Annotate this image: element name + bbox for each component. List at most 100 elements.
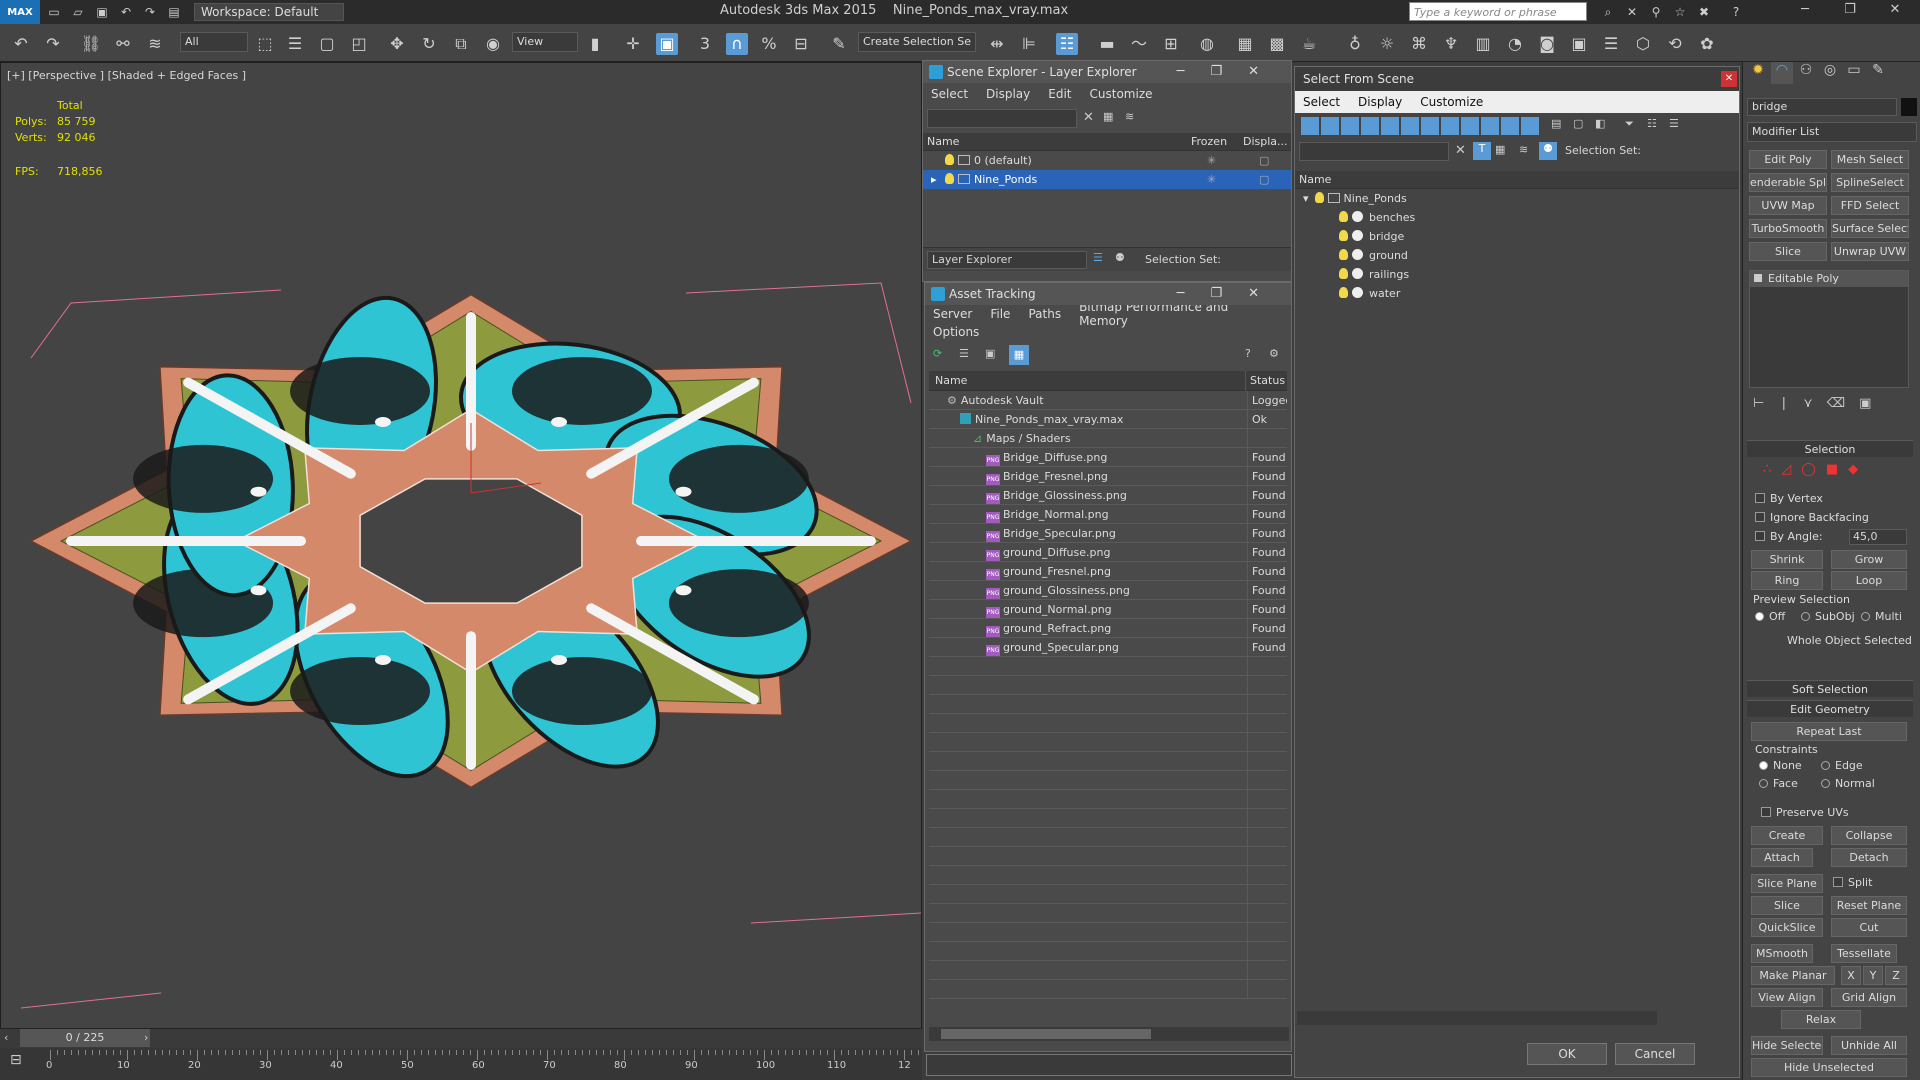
vray-proxy-icon[interactable]: ▥ [1472,33,1494,55]
split-checkbox[interactable]: Split [1833,876,1872,889]
viewport-label[interactable]: [+] [Perspective ] [Shaded + Edged Faces… [7,69,246,82]
asset-row[interactable]: Nine_Ponds_max_vray.max Ok [929,410,1287,429]
by-vertex-checkbox[interactable]: By Vertex [1755,492,1823,505]
constraint-none-radio[interactable]: None [1759,759,1802,772]
binoculars-icon[interactable]: ⌕ [1598,3,1618,21]
planar-y-button[interactable]: Y [1863,966,1883,985]
detach-button[interactable]: Detach [1831,848,1907,867]
mini-curve-editor-icon[interactable]: ⊟ [10,1052,32,1074]
scene-explorer-window-controls[interactable]: ─❐✕ [1177,61,1285,83]
asset-tracking-titlebar[interactable]: Asset Tracking ─❐✕ [925,283,1291,305]
constraint-none-dot[interactable] [1759,761,1768,770]
clear-search-icon[interactable]: ✕ [1083,110,1094,125]
save-file-icon[interactable]: ▣ [92,3,112,21]
menu-display[interactable]: Display [1358,95,1402,109]
hide-selected-button[interactable]: Hide Selected [1751,1036,1823,1055]
constraint-edge-dot[interactable] [1821,761,1830,770]
menu-select[interactable]: Select [931,87,968,101]
vray-camera-icon[interactable]: ⌘ [1408,33,1430,55]
bulb-icon[interactable] [1339,287,1348,298]
slice-button[interactable]: Slice [1751,896,1823,915]
preview-subobj-radio[interactable]: SubObj [1801,610,1855,623]
asset-row[interactable]: PNG ground_Fresnel.png Found [929,562,1287,581]
reset-plane-button[interactable]: Reset Plane [1831,896,1907,915]
preview-multi-dot[interactable] [1861,612,1870,621]
display-tab-icon[interactable]: ▭ [1843,62,1865,84]
filter-cameras-icon[interactable] [1361,117,1379,135]
unhide-all-button[interactable]: Unhide All [1831,1036,1907,1055]
border-level-icon[interactable]: ◯ [1801,462,1816,477]
menu-paths[interactable]: Paths [1028,307,1061,321]
place-icon[interactable]: ◉ [482,33,504,55]
col-name[interactable]: Name [927,133,959,151]
find-case-icon[interactable]: T [1473,142,1491,160]
modifier-list-dropdown[interactable]: Modifier List [1747,122,1917,142]
next-frame-icon[interactable]: › [144,1031,148,1044]
menu-customize[interactable]: Customize [1420,95,1483,109]
loop-button[interactable]: Loop [1831,571,1907,590]
object-name-field[interactable]: bridge [1747,98,1897,116]
layer-filter-icon[interactable]: ≋ [1519,143,1528,156]
constraint-face-radio[interactable]: Face [1759,777,1798,790]
new-file-icon[interactable]: ▭ [44,3,64,21]
time-slider[interactable]: 0 / 225 [20,1029,150,1047]
repeat-last-button[interactable]: Repeat Last [1751,722,1907,741]
menu-options[interactable]: Options [933,325,979,339]
menu-display[interactable]: Display [986,87,1030,101]
vray-displacement-icon[interactable]: ⟲ [1664,33,1686,55]
pin-stack-icon[interactable]: ⊢ [1753,396,1764,416]
create-button[interactable]: Create [1751,826,1823,845]
view-align-button[interactable]: View Align [1751,988,1823,1007]
spinner-snap-icon[interactable]: ⊟ [790,33,812,55]
material-editor-icon[interactable]: ◍ [1196,33,1218,55]
display-icon[interactable]: ▢ [1259,151,1269,170]
search-input[interactable]: Type a keyword or phrase [1409,2,1587,21]
unlink-icon[interactable]: ⚯ [112,33,134,55]
ok-button[interactable]: OK [1527,1043,1607,1065]
modifier-button[interactable]: FFD Select [1831,196,1909,215]
vray-plane-icon[interactable]: ◙ [1536,33,1558,55]
clear-search-icon[interactable]: ✕ [1455,143,1466,158]
help-icon[interactable]: ? [1245,347,1251,360]
modifier-button[interactable]: TurboSmooth [1749,219,1827,238]
selection-set-filter-icon[interactable]: ▦ [1495,143,1505,156]
explorer-type-dropdown[interactable]: Layer Explorer [927,251,1087,269]
close-icon[interactable]: ✕ [1721,71,1737,87]
edit-named-selection-icon[interactable]: ✎ [828,33,850,55]
object-tree-hscroll[interactable] [1297,1011,1657,1025]
bulb-icon[interactable] [945,154,954,165]
asset-row[interactable]: PNG Bridge_Diffuse.png Found [929,448,1287,467]
freeze-icon[interactable]: ✳ [1207,151,1216,170]
vertex-level-icon[interactable]: ∴ [1763,462,1771,477]
project-icon[interactable]: ▤ [164,3,184,21]
menu-file[interactable]: File [990,307,1010,321]
selection-rollout[interactable]: Selection [1747,440,1913,457]
col-asset-name[interactable]: Name [935,371,967,391]
utilities-tab-icon[interactable]: ✎ [1867,62,1889,84]
soft-selection-rollout[interactable]: Soft Selection [1747,680,1913,697]
preserve-uvs-box[interactable] [1761,807,1771,817]
select-invert-icon[interactable]: ◧ [1595,117,1605,130]
vray-material-icon[interactable]: ⬡ [1632,33,1654,55]
tools-icon[interactable]: ✕ [1622,3,1642,21]
modifier-button[interactable]: SplineSelect [1831,173,1909,192]
vray-sphere-icon[interactable]: ◔ [1504,33,1526,55]
new-layer-icon[interactable]: ≋ [1125,110,1134,123]
vray-ies-icon[interactable]: ✿ [1696,33,1718,55]
object-row[interactable]: railings [1295,265,1739,284]
settings-icon[interactable]: ⚙ [1269,347,1279,360]
by-angle-box[interactable] [1755,531,1765,541]
constraint-normal-dot[interactable] [1821,779,1830,788]
filter-helpers-icon[interactable] [1381,117,1399,135]
constraint-edge-radio[interactable]: Edge [1821,759,1863,772]
filter-spacewarps-icon[interactable] [1401,117,1419,135]
element-level-icon[interactable]: ◆ [1848,462,1858,477]
object-row[interactable]: water [1295,284,1739,303]
ignore-backfacing-checkbox[interactable]: Ignore Backfacing [1755,511,1869,524]
slice-plane-button[interactable]: Slice Plane [1751,874,1823,893]
help-icon[interactable]: ? [1726,3,1746,21]
collapse-arrow-icon[interactable]: ▾ [1303,192,1309,205]
exchange-icon[interactable]: ✖ [1694,3,1714,21]
filter-frozen-icon[interactable] [1501,117,1519,135]
filter-lights-icon[interactable] [1341,117,1359,135]
